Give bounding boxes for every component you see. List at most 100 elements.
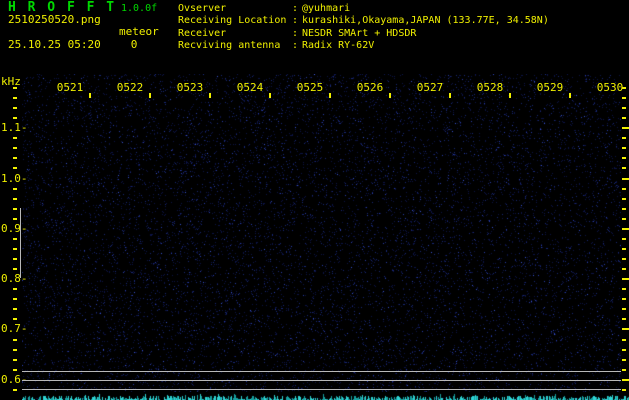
info-label: Recviving antenna [178, 40, 280, 51]
freq-minor-tick [13, 167, 17, 169]
calibration-marker-line [20, 208, 21, 278]
freq-minor-tick-right [622, 298, 626, 300]
spectrogram-noise-canvas [22, 74, 621, 392]
freq-minor-tick-right [622, 349, 626, 351]
time-minute-tick [449, 93, 451, 98]
freq-minor-tick [13, 208, 17, 210]
freq-minor-tick-right [622, 208, 626, 210]
time-tick-label: 0527 [416, 81, 444, 94]
signal-level-trace-canvas [22, 392, 629, 400]
freq-minor-tick [13, 117, 17, 119]
freq-minor-tick-right [622, 188, 626, 190]
level-gridline [22, 389, 621, 390]
time-tick-label: 0525 [296, 81, 324, 94]
freq-minor-tick [13, 339, 17, 341]
freq-minor-tick-right [622, 107, 626, 109]
time-minute-tick [149, 93, 151, 98]
freq-minor-tick [13, 238, 17, 240]
freq-minor-tick-right [622, 369, 626, 371]
info-label: Receiving Location [178, 15, 286, 26]
info-value: Radix RY-62V [302, 40, 374, 51]
freq-major-tick-right [622, 328, 629, 330]
time-minute-tick [269, 93, 271, 98]
info-colon: : [292, 3, 298, 14]
level-gridline [22, 371, 621, 372]
info-colon: : [292, 28, 298, 39]
info-colon: : [292, 15, 298, 26]
freq-minor-tick [13, 258, 17, 260]
freq-minor-tick-right [622, 359, 626, 361]
freq-major-tick-right [622, 178, 629, 180]
freq-minor-tick [13, 157, 17, 159]
info-value: @yuhmari [302, 3, 350, 14]
info-value: NESDR SMArt + HDSDR [302, 28, 416, 39]
freq-minor-tick [13, 147, 17, 149]
output-filename: 2510250520.png [8, 14, 101, 26]
freq-minor-tick-right [622, 258, 626, 260]
freq-minor-tick-right [622, 117, 626, 119]
freq-minor-tick [13, 288, 17, 290]
time-minute-tick [509, 93, 511, 98]
freq-minor-tick [13, 369, 17, 371]
time-minute-tick [329, 93, 331, 98]
time-minute-tick [389, 93, 391, 98]
time-tick-label: 0529 [536, 81, 564, 94]
freq-major-tick-right [622, 228, 629, 230]
freq-minor-tick-right [622, 318, 626, 320]
info-label: Ovserver [178, 3, 226, 14]
time-tick-label: 0522 [116, 81, 144, 94]
freq-minor-tick-right [622, 198, 626, 200]
freq-minor-tick [13, 87, 17, 89]
freq-minor-tick [13, 349, 17, 351]
freq-minor-tick [13, 389, 17, 391]
freq-minor-tick-right [622, 147, 626, 149]
freq-minor-tick-right [622, 218, 626, 220]
freq-tick-label: 1.1- [1, 121, 28, 134]
freq-major-tick-right [622, 127, 629, 129]
freq-minor-tick [13, 248, 17, 250]
freq-axis-unit-label: kHz [1, 76, 21, 88]
time-tick-label: 0530 [596, 81, 624, 94]
freq-minor-tick-right [622, 238, 626, 240]
freq-minor-tick-right [622, 167, 626, 169]
hrofft-screen: H R O F F T 1.0.0f 2510250520.png 25.10.… [0, 0, 629, 400]
freq-major-tick-right [622, 278, 629, 280]
freq-minor-tick [13, 218, 17, 220]
meteor-count-value: 0 [119, 39, 149, 51]
freq-tick-label: 0.8- [1, 272, 28, 285]
time-tick-label: 0526 [356, 81, 384, 94]
freq-minor-tick-right [622, 137, 626, 139]
freq-tick-label: 1.0- [1, 172, 28, 185]
freq-minor-tick [13, 318, 17, 320]
freq-minor-tick-right [622, 308, 626, 310]
freq-minor-tick [13, 188, 17, 190]
app-version: 1.0.0f [121, 3, 157, 14]
freq-minor-tick-right [622, 389, 626, 391]
freq-minor-tick-right [622, 97, 626, 99]
freq-minor-tick [13, 137, 17, 139]
freq-minor-tick [13, 97, 17, 99]
time-minute-tick [209, 93, 211, 98]
freq-tick-label: 0.7- [1, 322, 28, 335]
time-minute-tick [569, 93, 571, 98]
freq-minor-tick [13, 359, 17, 361]
freq-minor-tick [13, 298, 17, 300]
freq-minor-tick-right [622, 157, 626, 159]
time-tick-label: 0523 [176, 81, 204, 94]
freq-minor-tick [13, 308, 17, 310]
time-tick-label: 0528 [476, 81, 504, 94]
freq-tick-label: 0.9- [1, 222, 28, 235]
info-value: kurashiki,Okayama,JAPAN (133.77E, 34.58N… [302, 15, 549, 26]
observation-datetime: 25.10.25 05:20 [8, 39, 101, 51]
freq-minor-tick [13, 268, 17, 270]
freq-minor-tick-right [622, 268, 626, 270]
freq-major-tick-right [622, 379, 629, 381]
level-gridline [22, 380, 621, 381]
time-tick-label: 0521 [56, 81, 84, 94]
freq-minor-tick-right [622, 288, 626, 290]
info-label: Receiver [178, 28, 226, 39]
time-tick-label: 0524 [236, 81, 264, 94]
info-colon: : [292, 40, 298, 51]
freq-minor-tick [13, 198, 17, 200]
freq-minor-tick [13, 107, 17, 109]
